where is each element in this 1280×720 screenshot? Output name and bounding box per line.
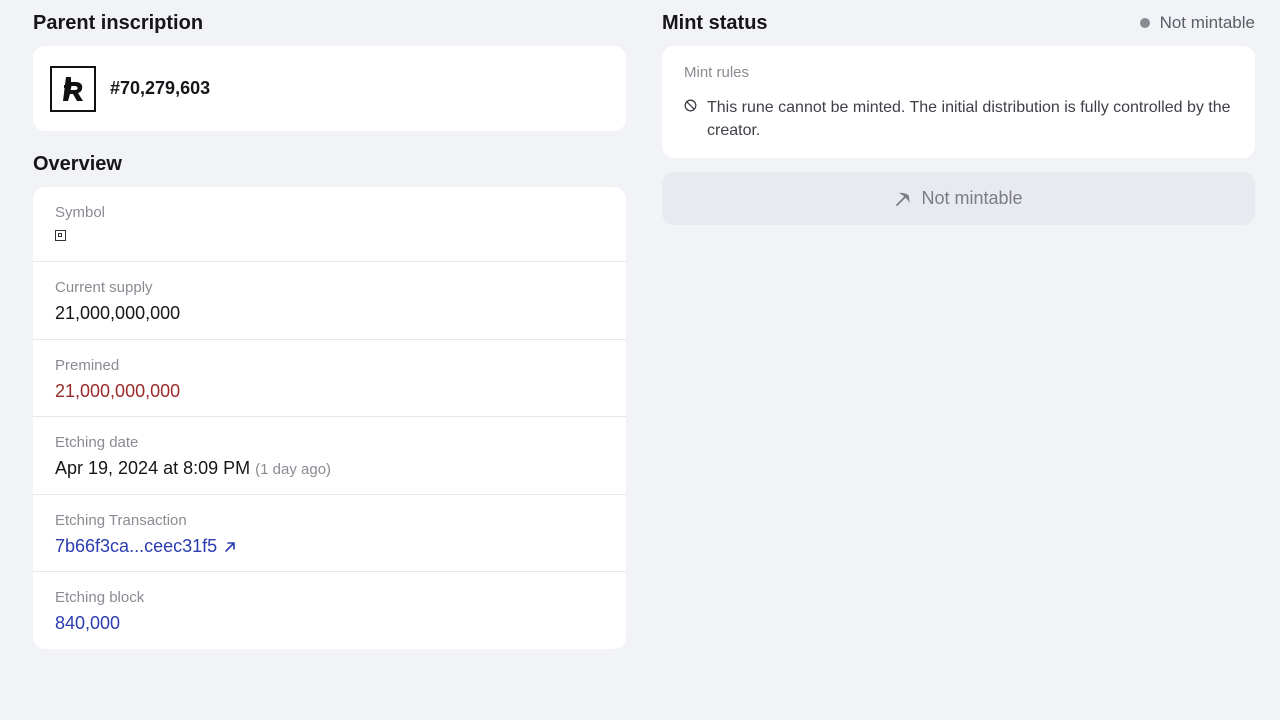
mint-rules-card: Mint rules This rune cannot be minted. T… [662,46,1255,158]
mint-button[interactable]: Not mintable [662,172,1255,225]
overview-row-etching-date: Etching date Apr 19, 2024 at 8:09 PM (1 … [33,417,626,495]
overview-row-current-supply: Current supply 21,000,000,000 [33,262,626,340]
etching-block-label: Etching block [55,589,145,606]
mint-rules-label: Mint rules [684,64,750,81]
inscription-number: #70,279,603 [110,78,211,98]
etching-transaction-label: Etching Transaction [55,512,187,529]
bitcoin-rune-logo-icon [63,76,83,101]
overview-row-etching-block: Etching block 840,000 [33,572,626,649]
status-dot-icon [1139,18,1150,28]
current-supply-label: Current supply [55,279,153,296]
etching-date-value: Apr 19, 2024 at 8:09 PM (1 day ago) [55,457,331,481]
overview-card: Symbol Current supply 21,000,000,000 Pre… [33,187,626,649]
overview-row-symbol: Symbol [33,187,626,262]
prohibited-icon [684,99,697,112]
etching-transaction-hash: 7b66f3ca...ceec31f5 [55,536,218,556]
current-supply-value: 21,000,000,000 [55,303,181,323]
overview-row-etching-transaction: Etching Transaction 7b66f3ca...ceec31f5 [33,495,626,572]
etching-block-link[interactable]: 840,000 [55,612,120,634]
parent-inscription-card[interactable]: #70,279,603 [33,46,626,131]
etching-date-label: Etching date [55,434,139,451]
etching-date-relative: (1 day ago) [255,461,332,478]
mint-button-label: Not mintable [921,188,1023,208]
mint-status-label: Not mintable [1159,13,1255,32]
pickaxe-icon [896,192,910,206]
overview-row-premined: Premined 21,000,000,000 [33,340,626,417]
mint-status-title: Mint status [662,12,768,34]
mint-status-indicator: Not mintable [1139,13,1255,33]
inscription-thumbnail[interactable] [50,65,96,112]
overview-title: Overview [33,153,122,175]
symbol-label: Symbol [55,204,106,221]
etching-date-text: Apr 19, 2024 at 8:09 PM [55,458,251,478]
external-link-arrow-icon [225,542,235,552]
square-symbol-icon [55,230,66,241]
parent-inscription-title: Parent inscription [33,12,204,34]
mint-rules-text: This rune cannot be minted. The initial … [707,99,1231,139]
premined-label: Premined [55,357,120,374]
etching-transaction-link[interactable]: 7b66f3ca...ceec31f5 [55,535,237,557]
premined-value: 21,000,000,000 [55,381,181,401]
